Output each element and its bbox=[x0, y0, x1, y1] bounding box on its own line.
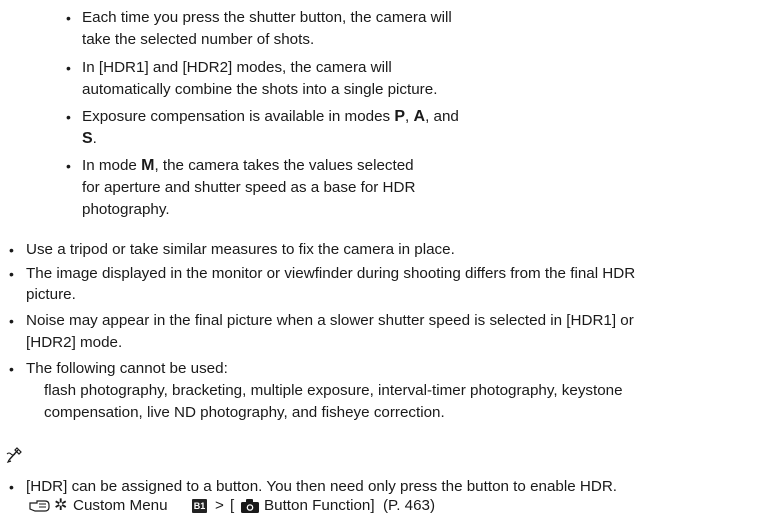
tip-pen-icon bbox=[6, 447, 22, 464]
note-text: Use a tripod or take similar measures to… bbox=[26, 241, 455, 258]
text-run: . bbox=[92, 130, 97, 147]
bullet-dot: • bbox=[66, 109, 71, 125]
note-text: The image displayed in the monitor or vi… bbox=[26, 265, 636, 282]
list-item-text: In [HDR1] and [HDR2] modes, the camera w… bbox=[82, 59, 392, 76]
bullet-dot: • bbox=[66, 10, 71, 26]
note-text: [HDR2] mode. bbox=[26, 334, 123, 351]
note-text: The following cannot be used: bbox=[26, 360, 228, 377]
bullet-dot: • bbox=[9, 361, 14, 377]
separator: > bbox=[215, 497, 224, 514]
list-item-text: S. bbox=[82, 129, 97, 149]
mode-p-label: P bbox=[394, 108, 406, 125]
note-text: Noise may appear in the final picture wh… bbox=[26, 312, 634, 329]
list-item-text: take the selected number of shots. bbox=[82, 31, 315, 48]
bullet-dot: • bbox=[66, 158, 71, 174]
bullet-dot: • bbox=[9, 242, 14, 258]
text-run: , and bbox=[425, 108, 459, 125]
button-function-link[interactable]: Button Function] bbox=[264, 496, 375, 516]
bullet-dot: • bbox=[9, 479, 14, 495]
note-text: flash photography, bracketing, multiple … bbox=[44, 382, 623, 399]
tip-text: [HDR] can be assigned to a button. You t… bbox=[26, 478, 618, 495]
mode-s-label: S bbox=[82, 130, 93, 147]
list-item-text: automatically combine the shots into a s… bbox=[82, 81, 438, 98]
bullet-dot: • bbox=[9, 266, 14, 282]
text-run: In mode bbox=[82, 157, 142, 174]
list-item-text: photography. bbox=[82, 201, 170, 218]
menu-tab-badge: B1 bbox=[192, 499, 207, 513]
note-text: picture. bbox=[26, 286, 76, 303]
manual-page: • Each time you press the shutter button… bbox=[0, 0, 776, 520]
mode-a-label: A bbox=[413, 108, 426, 125]
text-run: , bbox=[405, 108, 414, 125]
reference-hand-icon[interactable] bbox=[29, 499, 51, 513]
text-run: Exposure compensation is available in mo… bbox=[82, 108, 395, 125]
page-reference[interactable]: (P. 463) bbox=[383, 496, 435, 516]
gear-icon: ✲ bbox=[54, 497, 68, 514]
mode-m-label: M bbox=[141, 157, 155, 174]
camera-icon bbox=[241, 499, 259, 513]
bullet-dot: • bbox=[66, 60, 71, 76]
list-item-text: Each time you press the shutter button, … bbox=[82, 9, 452, 26]
bullet-dot: • bbox=[9, 313, 14, 329]
list-item-text: Exposure compensation is available in mo… bbox=[82, 107, 459, 127]
list-item-text: for aperture and shutter speed as a base… bbox=[82, 179, 416, 196]
note-text: compensation, live ND photography, and f… bbox=[44, 404, 445, 421]
list-item-text: In mode M, the camera takes the values s… bbox=[82, 156, 414, 176]
text-run: , the camera takes the values selected bbox=[154, 157, 414, 174]
custom-menu-link[interactable]: Custom Menu bbox=[73, 496, 168, 516]
bracket-open: [ bbox=[230, 497, 235, 514]
